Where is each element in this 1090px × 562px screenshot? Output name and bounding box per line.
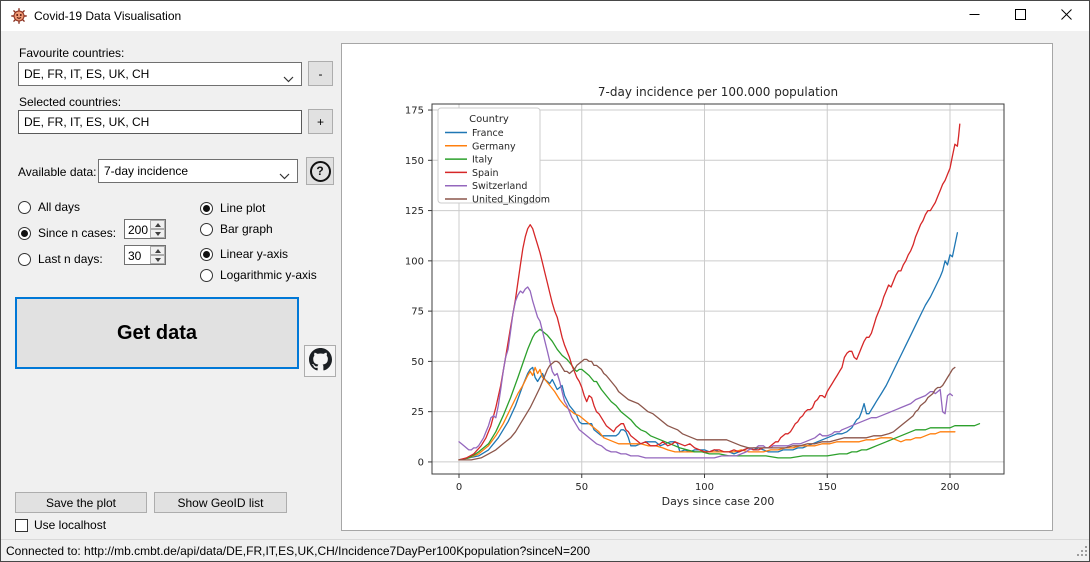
resize-grip[interactable] [1075, 544, 1088, 560]
svg-text:Germany: Germany [472, 141, 516, 152]
radio-all-days[interactable]: All days [18, 200, 80, 214]
svg-text:50: 50 [411, 357, 424, 368]
window-title: Covid-19 Data Visualisation [34, 1, 181, 31]
since-n-input[interactable] [125, 220, 151, 239]
arrow-up-icon [155, 223, 161, 227]
arrow-down-icon [155, 232, 161, 236]
radio-last-n-days[interactable]: Last n days: [18, 252, 103, 266]
github-button[interactable] [304, 345, 336, 377]
app-window: Covid-19 Data Visualisation Favourite co… [0, 0, 1090, 562]
spin-up-button[interactable] [150, 220, 165, 229]
status-bar: Connected to: http://mb.cmbt.de/api/data… [1, 539, 1089, 561]
radio-circle-icon [200, 269, 213, 282]
svg-text:150: 150 [405, 156, 424, 167]
spin-up-button[interactable] [150, 246, 165, 255]
available-data-value: 7-day incidence [104, 164, 188, 178]
available-data-combobox[interactable]: 7-day incidence [98, 159, 298, 183]
svg-text:100: 100 [405, 256, 424, 267]
svg-text:50: 50 [575, 482, 588, 493]
last-n-spinner[interactable] [124, 245, 166, 265]
chart-legend: Country France Germany Italy Spain Switzerlan… [438, 108, 550, 206]
svg-text:Days since case 200: Days since case 200 [662, 495, 775, 508]
chart-panel: 0 50 100 150 200 0 25 50 75 100 125 150 175 7-day inc… [341, 43, 1053, 531]
checkbox-icon [15, 519, 28, 532]
last-n-input[interactable] [125, 246, 151, 265]
radio-logarithmic-y-axis[interactable]: Logarithmic y-axis [200, 268, 317, 282]
selected-countries-label: Selected countries: [19, 95, 121, 109]
radio-since-n-cases[interactable]: Since n cases: [18, 226, 116, 240]
radio-circle-icon [200, 248, 213, 261]
selected-countries-input[interactable]: DE, FR, IT, ES, UK, CH [18, 110, 302, 134]
selected-countries-value: DE, FR, IT, ES, UK, CH [24, 115, 149, 129]
radio-circle-icon [18, 227, 31, 240]
svg-text:Switzerland: Switzerland [472, 181, 527, 192]
spin-down-button[interactable] [150, 255, 165, 264]
radio-circle-icon [18, 253, 31, 266]
help-button[interactable]: ? [306, 157, 334, 185]
since-n-spinner[interactable] [124, 219, 166, 239]
github-icon [309, 348, 332, 374]
arrow-up-icon [155, 249, 161, 253]
favourite-countries-value: DE, FR, IT, ES, UK, CH [24, 67, 149, 81]
svg-text:150: 150 [818, 482, 837, 493]
title-bar[interactable]: Covid-19 Data Visualisation [1, 1, 1089, 31]
svg-text:75: 75 [411, 307, 424, 318]
arrow-down-icon [155, 258, 161, 262]
chart-svg: 0 50 100 150 200 0 25 50 75 100 125 150 175 7-day inc… [342, 44, 1052, 530]
spin-down-button[interactable] [150, 229, 165, 238]
svg-text:0: 0 [418, 457, 424, 468]
minimize-icon [969, 7, 980, 25]
svg-text:United_Kingdom: United_Kingdom [472, 195, 550, 206]
svg-text:100: 100 [695, 482, 714, 493]
svg-text:Country: Country [469, 114, 509, 125]
svg-text:25: 25 [411, 407, 424, 418]
svg-text:7-day incidence per 100.000 po: 7-day incidence per 100.000 population [598, 85, 838, 99]
radio-linear-y-axis[interactable]: Linear y-axis [200, 247, 288, 261]
svg-text:Italy: Italy [472, 155, 493, 166]
chevron-down-icon [279, 169, 290, 183]
virus-app-icon [11, 8, 27, 24]
remove-favourite-button[interactable]: - [308, 61, 333, 86]
svg-text:Spain: Spain [472, 168, 499, 179]
get-data-button[interactable]: Get data [15, 297, 299, 369]
maximize-button[interactable] [997, 1, 1043, 31]
show-geoid-button[interactable]: Show GeoID list [154, 492, 287, 513]
close-icon [1061, 7, 1072, 25]
svg-text:200: 200 [940, 482, 959, 493]
svg-text:175: 175 [405, 106, 424, 117]
radio-bar-graph[interactable]: Bar graph [200, 222, 273, 236]
save-plot-button[interactable]: Save the plot [15, 492, 147, 513]
favourite-countries-label: Favourite countries: [19, 46, 124, 60]
svg-text:France: France [472, 128, 504, 139]
maximize-icon [1015, 7, 1026, 25]
radio-circle-icon [200, 202, 213, 215]
use-localhost-checkbox[interactable]: Use localhost [15, 518, 106, 532]
available-data-label: Available data: [18, 165, 97, 179]
radio-line-plot[interactable]: Line plot [200, 201, 265, 215]
radio-circle-icon [18, 201, 31, 214]
favourite-countries-combobox[interactable]: DE, FR, IT, ES, UK, CH [18, 62, 302, 86]
minimize-button[interactable] [951, 1, 997, 31]
help-icon: ? [310, 161, 331, 182]
svg-text:125: 125 [405, 206, 424, 217]
radio-circle-icon [200, 223, 213, 236]
status-text: Connected to: http://mb.cmbt.de/api/data… [6, 544, 590, 558]
close-button[interactable] [1043, 1, 1089, 31]
add-favourite-button[interactable]: + [308, 109, 333, 134]
chevron-down-icon [283, 72, 294, 86]
svg-text:0: 0 [456, 482, 462, 493]
